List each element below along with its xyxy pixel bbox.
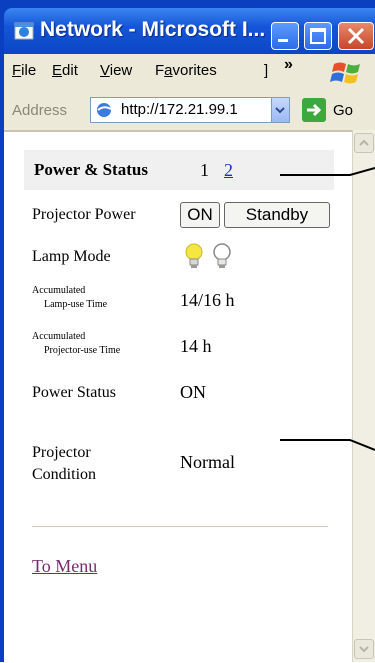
condition-label: Projector Condition xyxy=(32,444,97,483)
power-status-label: Power Status xyxy=(32,384,116,401)
minimize-icon xyxy=(278,39,288,42)
page-number-link[interactable]: 2 xyxy=(224,160,233,181)
address-bar: Address http://172.21.99.1 Go xyxy=(4,90,375,130)
lamp-use-value: 14/16 h xyxy=(180,290,235,310)
go-label[interactable]: Go xyxy=(333,102,353,119)
close-icon xyxy=(347,27,365,45)
chevron-down-icon xyxy=(275,107,285,114)
minimize-button[interactable] xyxy=(271,22,299,50)
projector-use-label: Accumulated Projector-use Time xyxy=(32,331,121,356)
ie-icon xyxy=(14,22,34,40)
maximize-icon xyxy=(310,28,326,44)
address-label: Address xyxy=(12,102,68,119)
menu-bar: File Edit View Favorites ] » xyxy=(4,54,375,91)
page-number-current: 1 xyxy=(200,160,209,180)
power-status-value: ON xyxy=(180,382,206,402)
menu-truncated[interactable]: ] xyxy=(264,62,268,79)
menu-view[interactable]: View xyxy=(100,62,132,79)
callout-lines xyxy=(280,167,375,451)
browser-window: Network - Microsoft I... File Edit View … xyxy=(0,0,375,662)
lamp-use-label: Accumulated Lamp-use Time xyxy=(32,285,108,310)
address-text: http://172.21.99.1 xyxy=(121,101,238,118)
scroll-down-button[interactable] xyxy=(354,639,374,659)
chevron-up-icon xyxy=(359,139,369,146)
menu-file[interactable]: File xyxy=(12,62,36,79)
condition-value: Normal xyxy=(180,452,235,472)
menu-edit[interactable]: Edit xyxy=(52,62,78,79)
address-input[interactable]: http://172.21.99.1 xyxy=(90,97,290,123)
menu-overflow-chevron[interactable]: » xyxy=(284,56,293,74)
menu-favorites[interactable]: Favorites xyxy=(155,62,217,79)
maximize-button[interactable] xyxy=(304,22,332,50)
projector-use-value: 14 h xyxy=(180,336,212,356)
projector-power-label: Projector Power xyxy=(32,206,136,223)
power-on-button[interactable]: ON xyxy=(180,202,220,228)
lamp-off-icon xyxy=(213,243,231,268)
page-icon xyxy=(97,103,112,117)
windows-logo-icon xyxy=(330,62,360,84)
address-dropdown-button[interactable] xyxy=(271,98,289,122)
go-arrow-icon xyxy=(307,103,322,117)
scroll-up-button[interactable] xyxy=(354,133,374,153)
section-title: Power & Status xyxy=(34,160,148,179)
divider xyxy=(32,526,328,527)
window-title: Network - Microsoft I... xyxy=(40,18,266,41)
lamp-mode-label: Lamp Mode xyxy=(32,248,111,265)
lamp-on-icon xyxy=(185,243,203,268)
close-button[interactable] xyxy=(338,22,374,50)
title-bar[interactable]: Network - Microsoft I... xyxy=(4,8,375,54)
go-button[interactable] xyxy=(302,98,326,122)
to-menu-link[interactable]: To Menu xyxy=(32,556,97,577)
chevron-down-icon xyxy=(359,646,369,653)
